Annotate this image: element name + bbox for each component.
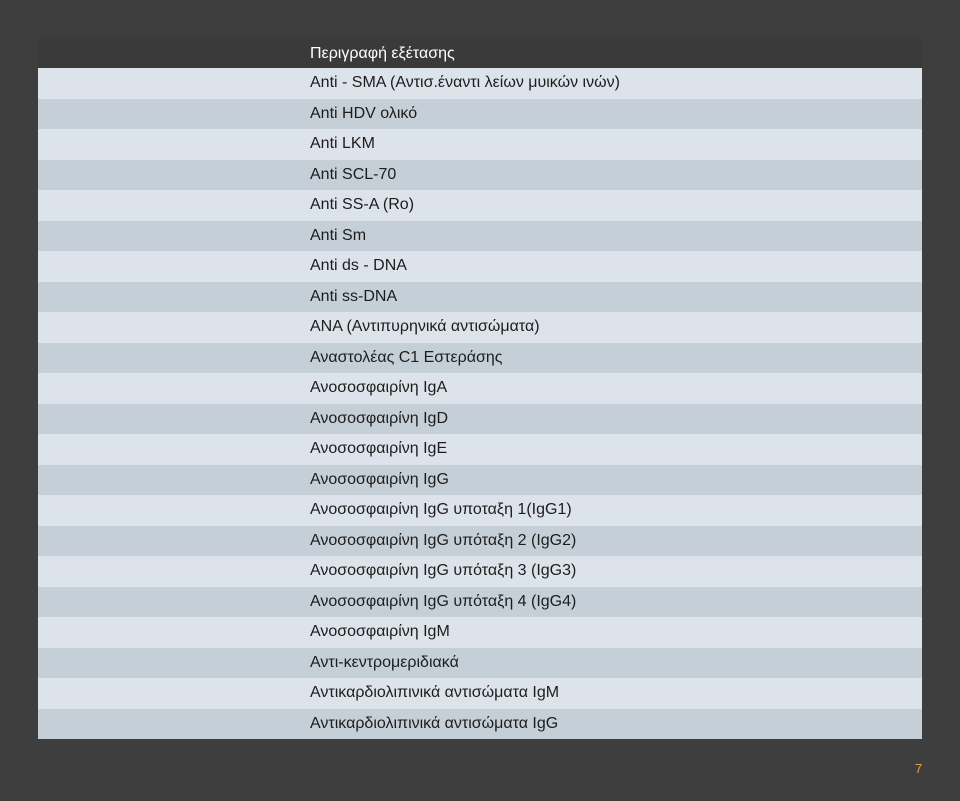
table-row: Anti ss-DNA [38,281,922,312]
table-row: ANA (Αντιπυρηνικά αντισώματα) [38,312,922,343]
table-row: Ανοσοσφαιρίνη IgG υπόταξη 3 (IgG3) [38,556,922,587]
table-row: Anti SS-A (Ro) [38,190,922,221]
table-row: Anti Sm [38,220,922,251]
table-row: Ανοσοσφαιρίνη IgG υποταξη 1(IgG1) [38,495,922,526]
table-row: Αναστολέας C1 Εστεράσης [38,342,922,373]
table-row: Ανοσοσφαιρίνη IgA [38,373,922,404]
table-row: Anti HDV ολικό [38,98,922,129]
table-row: Ανοσοσφαιρίνη IgG υπόταξη 4 (IgG4) [38,586,922,617]
table-row: Ανοσοσφαιρίνη IgM [38,617,922,648]
exam-table: Περιγραφή εξέτασης Anti - SMA (Αντισ.ένα… [38,37,922,739]
table-row: Anti - SMA (Αντισ.έναντι λείων μυικών ιν… [38,68,922,99]
table-row: Ανοσοσφαιρίνη IgE [38,434,922,465]
table-row: Αντικαρδιολιπινικά αντισώματα IgG [38,708,922,739]
table-row: Anti ds - DNA [38,251,922,282]
table-row: Ανοσοσφαιρίνη IgG υπόταξη 2 (IgG2) [38,525,922,556]
table-row: Ανοσοσφαιρίνη IgG [38,464,922,495]
page-number: 7 [915,761,923,776]
table-header: Περιγραφή εξέτασης [38,37,922,68]
table-row: Anti LKM [38,129,922,160]
table-row: Αντικαρδιολιπινικά αντισώματα IgM [38,678,922,709]
table-row: Ανοσοσφαιρίνη IgD [38,403,922,434]
table-row: Anti SCL-70 [38,159,922,190]
table-row: Αντι-κεντρομεριδιακά [38,647,922,678]
